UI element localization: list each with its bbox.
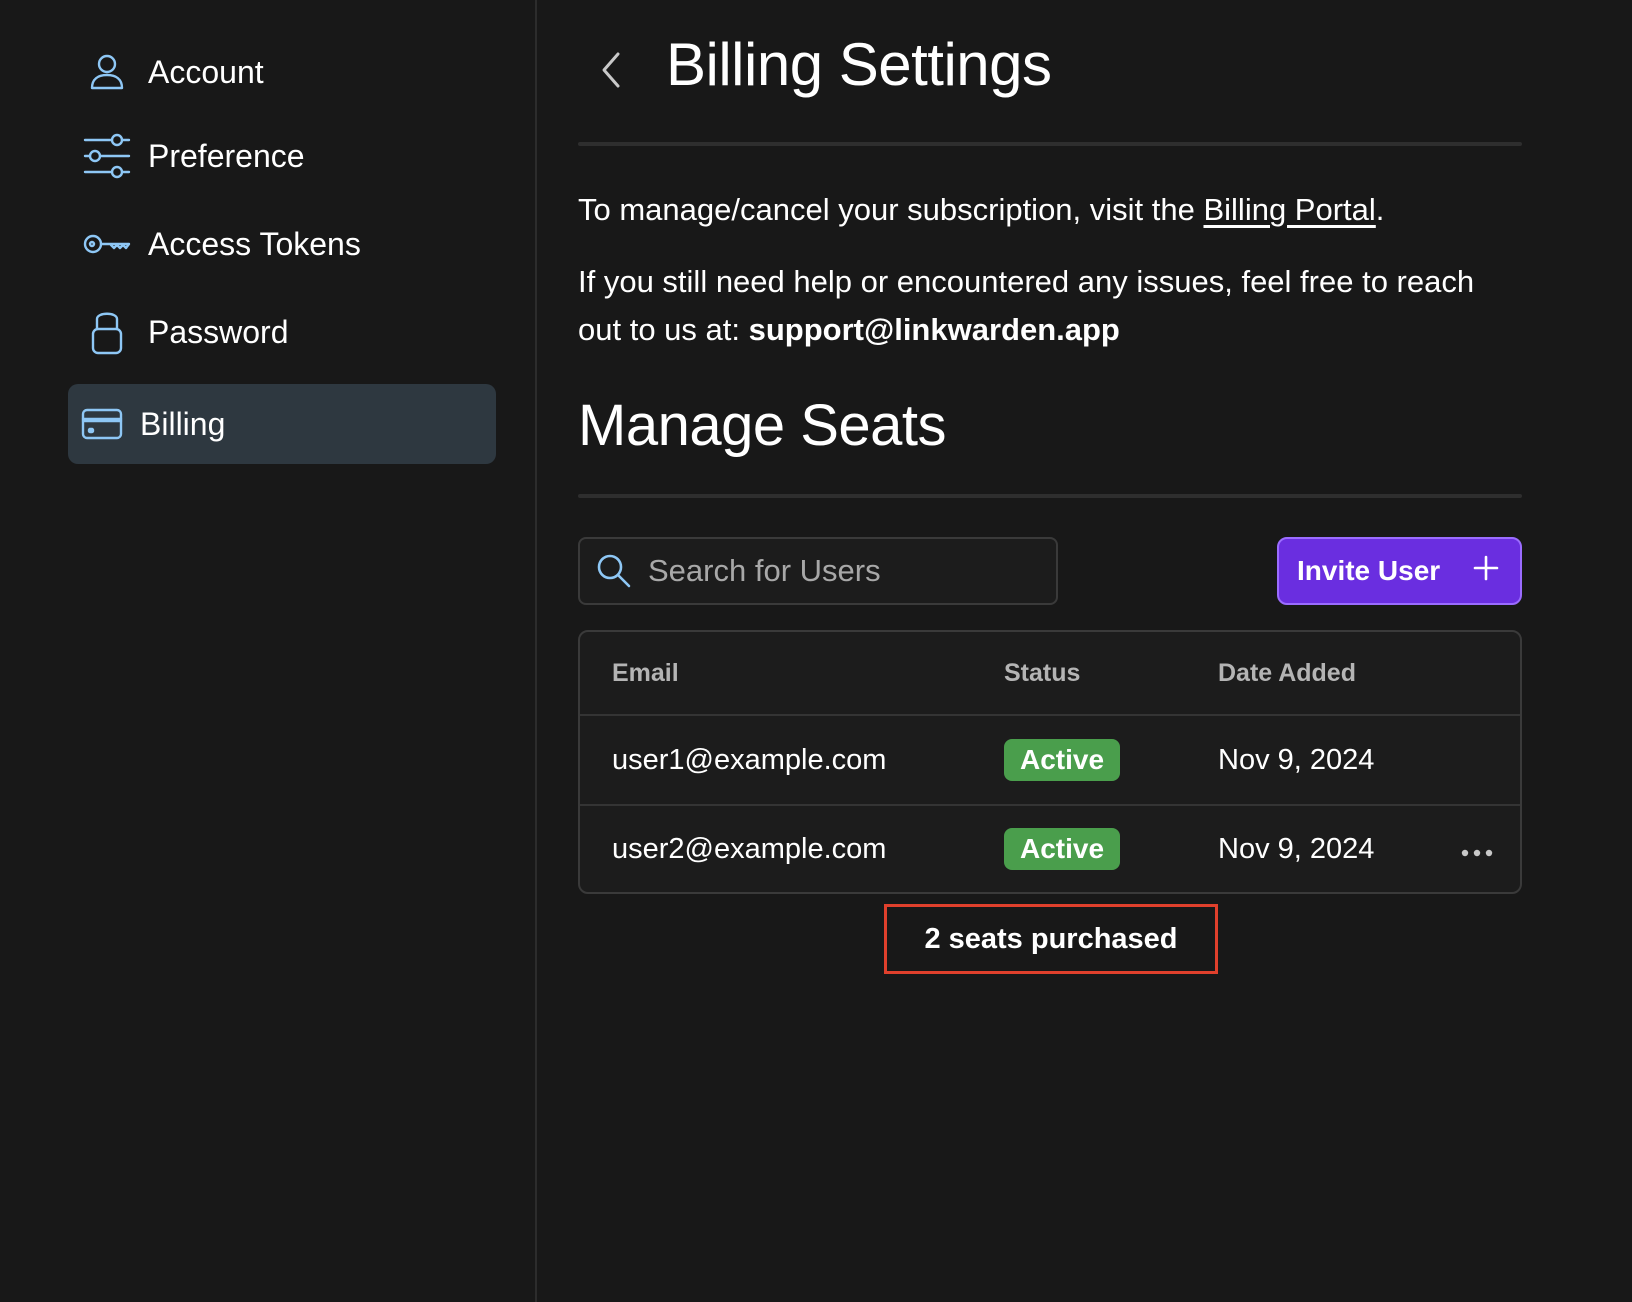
credit-card-icon xyxy=(80,397,124,451)
support-text: If you still need help or encountered an… xyxy=(578,258,1522,354)
seats-table: Email Status Date Added user1@example.co… xyxy=(578,630,1522,894)
app-window: Account Preference Access Tokens Passwor… xyxy=(0,0,1632,1302)
sidebar-item-password[interactable]: Password xyxy=(68,292,496,372)
user-email: user2@example.com xyxy=(612,832,887,865)
page-title: Billing Settings xyxy=(666,31,1052,98)
divider xyxy=(578,142,1522,146)
user-email: user1@example.com xyxy=(612,743,887,776)
sidebar-item-label: Preference xyxy=(148,137,305,174)
back-button[interactable] xyxy=(588,40,632,104)
sidebar-item-preference[interactable]: Preference xyxy=(68,116,496,196)
lock-icon xyxy=(80,305,134,359)
seats-purchased-label: 2 seats purchased xyxy=(884,904,1218,974)
support-email: support@linkwarden.app xyxy=(748,312,1120,347)
divider xyxy=(578,494,1522,498)
date-added: Nov 9, 2024 xyxy=(1218,832,1375,865)
chevron-left-icon xyxy=(598,50,622,95)
column-header-email: Email xyxy=(612,658,679,687)
billing-portal-prefix: To manage/cancel your subscription, visi… xyxy=(578,192,1204,227)
key-icon xyxy=(80,217,134,271)
sidebar-item-label: Billing xyxy=(140,405,226,442)
billing-portal-text: To manage/cancel your subscription, visi… xyxy=(578,186,1522,234)
sidebar-item-label: Account xyxy=(148,53,264,90)
table-row: user1@example.com Active Nov 9, 2024 xyxy=(580,714,1520,804)
user-icon xyxy=(80,45,134,99)
search-input[interactable] xyxy=(648,553,1056,589)
sidebar-item-billing[interactable]: Billing xyxy=(68,384,496,464)
billing-portal-suffix: . xyxy=(1375,192,1385,227)
column-header-status: Status xyxy=(1004,658,1081,687)
plus-icon xyxy=(1472,554,1500,589)
search-users-field[interactable] xyxy=(578,537,1058,605)
sidebar-item-label: Access Tokens xyxy=(148,225,361,262)
status-badge-cell: Active xyxy=(1004,739,1121,781)
column-header-date-added: Date Added xyxy=(1218,658,1356,687)
row-actions-button[interactable] xyxy=(1460,833,1494,866)
more-horizontal-icon xyxy=(1460,833,1494,866)
settings-sidebar: Account Preference Access Tokens Passwor… xyxy=(0,0,537,1302)
table-header: Email Status Date Added xyxy=(580,632,1520,714)
invite-user-button[interactable]: Invite User xyxy=(1277,537,1522,605)
sidebar-item-access-tokens[interactable]: Access Tokens xyxy=(68,204,496,284)
manage-seats-title: Manage Seats xyxy=(578,393,947,458)
date-added: Nov 9, 2024 xyxy=(1218,743,1375,776)
sidebar-item-label: Password xyxy=(148,313,289,350)
status-badge: Active xyxy=(1004,739,1121,781)
table-row: user2@example.com Active Nov 9, 2024 xyxy=(580,804,1520,892)
sidebar-item-account[interactable]: Account xyxy=(68,32,496,112)
billing-portal-link[interactable]: Billing Portal xyxy=(1203,192,1375,227)
status-badge: Active xyxy=(1004,828,1121,870)
search-icon xyxy=(592,549,636,593)
status-badge-cell: Active xyxy=(1004,828,1121,870)
invite-user-label: Invite User xyxy=(1297,555,1441,586)
sliders-icon xyxy=(80,129,134,183)
